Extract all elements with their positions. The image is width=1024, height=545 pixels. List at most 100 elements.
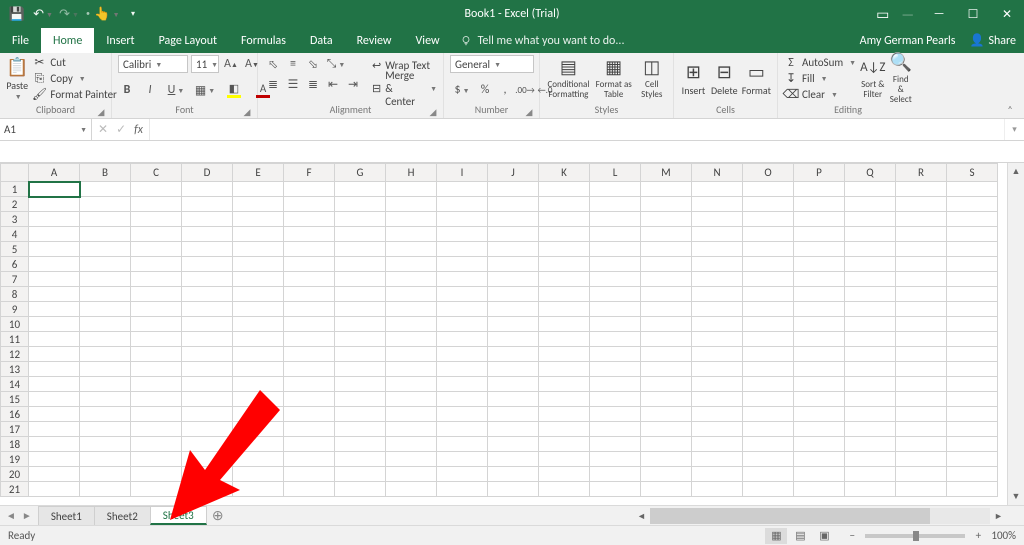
merge-center-button[interactable]: ⊟Merge & Center▼ — [372, 78, 437, 98]
cell-R20[interactable] — [896, 467, 947, 482]
cell-J8[interactable] — [488, 287, 539, 302]
cell-K5[interactable] — [539, 242, 590, 257]
row-header-10[interactable]: 10 — [1, 317, 29, 332]
cell-J3[interactable] — [488, 212, 539, 227]
cell-G9[interactable] — [335, 302, 386, 317]
cell-R8[interactable] — [896, 287, 947, 302]
cell-I17[interactable] — [437, 422, 488, 437]
bold-button[interactable]: B — [118, 81, 136, 99]
cell-F20[interactable] — [284, 467, 335, 482]
copy-button[interactable]: ⎘Copy▼ — [32, 71, 116, 86]
cell-I12[interactable] — [437, 347, 488, 362]
cell-Q2[interactable] — [845, 197, 896, 212]
cell-S14[interactable] — [947, 377, 998, 392]
column-header-K[interactable]: K — [539, 164, 590, 182]
align-bottom[interactable]: ⬂ — [304, 55, 322, 73]
cell-H3[interactable] — [386, 212, 437, 227]
cell-F4[interactable] — [284, 227, 335, 242]
cell-J18[interactable] — [488, 437, 539, 452]
minimize-button[interactable]: — — [922, 0, 956, 28]
collapse-ribbon-button[interactable]: ˄ — [1002, 102, 1018, 116]
cell-R11[interactable] — [896, 332, 947, 347]
cell-A17[interactable] — [29, 422, 80, 437]
cell-C3[interactable] — [131, 212, 182, 227]
zoom-slider[interactable] — [865, 534, 965, 538]
row-header-18[interactable]: 18 — [1, 437, 29, 452]
cell-S2[interactable] — [947, 197, 998, 212]
account-name[interactable]: Amy German Pearls — [860, 34, 956, 48]
clipboard-dialog-launcher[interactable]: ◢ — [95, 106, 107, 118]
cell-N12[interactable] — [692, 347, 743, 362]
cell-G6[interactable] — [335, 257, 386, 272]
cell-Q13[interactable] — [845, 362, 896, 377]
cell-F10[interactable] — [284, 317, 335, 332]
cell-G4[interactable] — [335, 227, 386, 242]
cell-E18[interactable] — [233, 437, 284, 452]
cell-C11[interactable] — [131, 332, 182, 347]
column-header-O[interactable]: O — [743, 164, 794, 182]
cell-C17[interactable] — [131, 422, 182, 437]
cell-L7[interactable] — [590, 272, 641, 287]
cell-C1[interactable] — [131, 182, 182, 197]
cell-E8[interactable] — [233, 287, 284, 302]
cell-G21[interactable] — [335, 482, 386, 497]
align-left[interactable]: ≣ — [264, 75, 282, 93]
cell-R10[interactable] — [896, 317, 947, 332]
format-as-table-button[interactable]: ▦Format as Table — [595, 55, 633, 103]
cell-S19[interactable] — [947, 452, 998, 467]
cell-D12[interactable] — [182, 347, 233, 362]
cell-H17[interactable] — [386, 422, 437, 437]
cell-O16[interactable] — [743, 407, 794, 422]
cell-A18[interactable] — [29, 437, 80, 452]
cell-E16[interactable] — [233, 407, 284, 422]
cell-H10[interactable] — [386, 317, 437, 332]
sort-filter-button[interactable]: A↓ZSort & Filter — [860, 55, 885, 103]
cell-R16[interactable] — [896, 407, 947, 422]
cell-D16[interactable] — [182, 407, 233, 422]
cell-M9[interactable] — [641, 302, 692, 317]
cell-M15[interactable] — [641, 392, 692, 407]
row-header-11[interactable]: 11 — [1, 332, 29, 347]
cell-N19[interactable] — [692, 452, 743, 467]
cell-R1[interactable] — [896, 182, 947, 197]
align-middle[interactable]: ≡ — [284, 55, 302, 73]
cell-B6[interactable] — [80, 257, 131, 272]
cell-O7[interactable] — [743, 272, 794, 287]
cell-E10[interactable] — [233, 317, 284, 332]
cell-N1[interactable] — [692, 182, 743, 197]
cell-S13[interactable] — [947, 362, 998, 377]
name-box[interactable]: A1 ▼ — [0, 119, 92, 140]
ribbon-options-icon[interactable]: ▭ — [876, 6, 889, 23]
cell-P16[interactable] — [794, 407, 845, 422]
cell-L14[interactable] — [590, 377, 641, 392]
cell-L19[interactable] — [590, 452, 641, 467]
cell-J14[interactable] — [488, 377, 539, 392]
cell-N17[interactable] — [692, 422, 743, 437]
cell-N9[interactable] — [692, 302, 743, 317]
cell-O17[interactable] — [743, 422, 794, 437]
cell-N20[interactable] — [692, 467, 743, 482]
cell-E21[interactable] — [233, 482, 284, 497]
cell-O18[interactable] — [743, 437, 794, 452]
cell-B5[interactable] — [80, 242, 131, 257]
cell-D1[interactable] — [182, 182, 233, 197]
increase-decimal[interactable]: .00→ — [516, 81, 534, 99]
cell-L2[interactable] — [590, 197, 641, 212]
cell-I13[interactable] — [437, 362, 488, 377]
cell-Q18[interactable] — [845, 437, 896, 452]
cell-E1[interactable] — [233, 182, 284, 197]
cell-A20[interactable] — [29, 467, 80, 482]
align-right[interactable]: ≣ — [304, 75, 322, 93]
cell-B11[interactable] — [80, 332, 131, 347]
cell-B16[interactable] — [80, 407, 131, 422]
column-header-C[interactable]: C — [131, 164, 182, 182]
cell-L4[interactable] — [590, 227, 641, 242]
cell-F17[interactable] — [284, 422, 335, 437]
cell-S16[interactable] — [947, 407, 998, 422]
cell-L13[interactable] — [590, 362, 641, 377]
cell-I8[interactable] — [437, 287, 488, 302]
cell-L15[interactable] — [590, 392, 641, 407]
sheet-tab-sheet1[interactable]: Sheet1 — [38, 506, 95, 525]
cell-P10[interactable] — [794, 317, 845, 332]
cell-C15[interactable] — [131, 392, 182, 407]
